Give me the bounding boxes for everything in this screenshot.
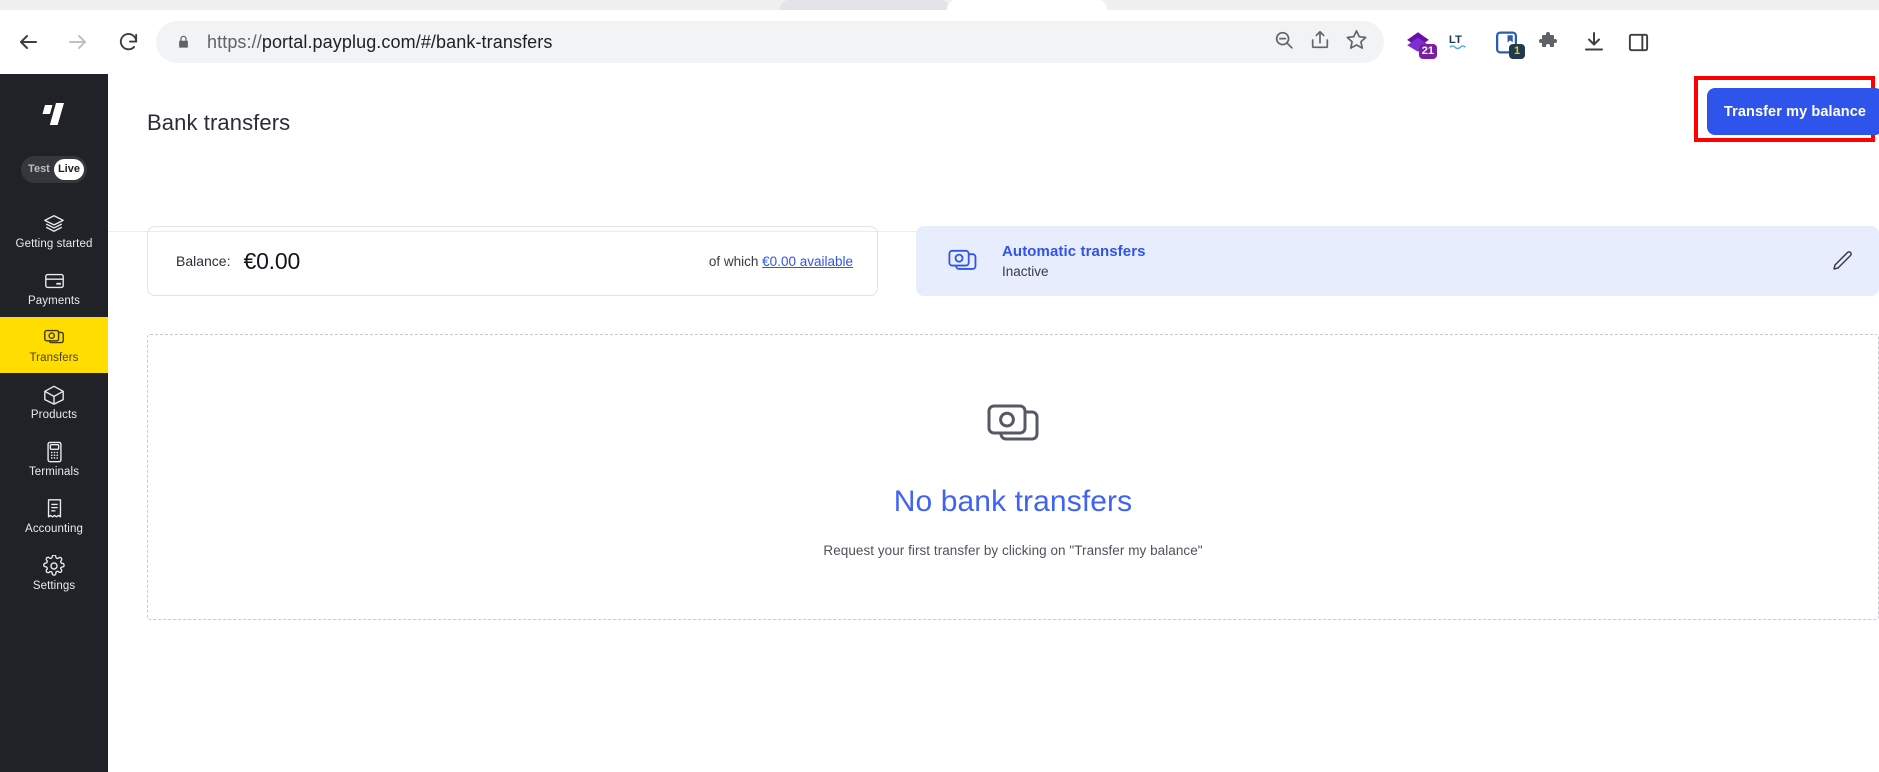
browser-chrome: https://portal.payplug.com/#/bank-transf… — [0, 0, 1879, 74]
browser-tabstrip — [0, 0, 1879, 10]
gear-icon — [43, 554, 65, 577]
arrow-left-icon — [16, 30, 40, 54]
banknotes-icon — [979, 396, 1047, 457]
sidebar: Test Live Getting started Payments Trans… — [0, 74, 108, 772]
automatic-transfers-title: Automatic transfers — [1002, 243, 1146, 260]
forward-button[interactable] — [60, 24, 96, 60]
arrow-right-icon — [66, 30, 90, 54]
box-icon — [43, 384, 65, 406]
grammar-badge-count: 21 — [1418, 44, 1437, 59]
sidebar-item-settings[interactable]: Settings — [0, 545, 108, 601]
zoom-out-icon[interactable] — [1273, 29, 1295, 56]
reader-extension-icon[interactable]: 1 — [1492, 28, 1525, 59]
side-panel-icon[interactable] — [1624, 28, 1652, 56]
bookmark-star-icon[interactable] — [1345, 28, 1368, 56]
address-bar[interactable]: https://portal.payplug.com/#/bank-transf… — [156, 21, 1384, 63]
grammar-extension-icon[interactable]: 21 — [1404, 28, 1437, 59]
banknotes-icon — [42, 327, 66, 349]
sidebar-nav-list: Getting started Payments Transfers Produ… — [0, 203, 108, 602]
pencil-edit-icon[interactable] — [1829, 248, 1855, 274]
payplug-logo[interactable] — [31, 94, 77, 134]
browser-toolbar: https://portal.payplug.com/#/bank-transf… — [0, 10, 1879, 74]
payment-terminal-icon — [45, 441, 64, 463]
environment-toggle[interactable]: Test Live — [21, 156, 87, 183]
page-title: Bank transfers — [147, 110, 291, 135]
sidebar-item-label: Transfers — [29, 351, 79, 364]
browser-tab-inactive[interactable] — [780, 0, 950, 10]
env-option-test[interactable]: Test — [24, 159, 54, 180]
balance-card: Balance: €0.00 of which €0.00 available — [147, 226, 878, 296]
layers-icon — [43, 213, 65, 235]
automatic-transfers-card[interactable]: Automatic transfers Inactive — [916, 226, 1879, 296]
url-scheme: https:// — [207, 31, 262, 52]
automatic-transfers-status: Inactive — [1002, 264, 1049, 279]
sidebar-item-payments[interactable]: Payments — [0, 260, 108, 316]
sidebar-item-label: Products — [30, 408, 78, 421]
env-option-live[interactable]: Live — [53, 159, 85, 180]
balance-amount: €0.00 — [243, 247, 301, 274]
banknotes-icon — [946, 244, 980, 278]
sidebar-item-label: Settings — [32, 579, 76, 592]
empty-state-subtitle: Request your first transfer by clicking … — [823, 543, 1203, 558]
sidebar-item-accounting[interactable]: Accounting — [0, 488, 108, 544]
browser-extensions: 21 LT 1 — [1404, 28, 1652, 59]
available-prefix: of which — [708, 253, 763, 269]
sidebar-item-getting-started[interactable]: Getting started — [0, 203, 108, 259]
url-host-path: portal.payplug.com/#/bank-transfers — [261, 31, 553, 52]
reload-button[interactable] — [110, 24, 146, 60]
reader-badge-count: 1 — [1509, 44, 1525, 59]
sidebar-item-label: Getting started — [15, 237, 93, 250]
omnibox-actions — [1273, 28, 1384, 56]
browser-tab-active[interactable] — [947, 0, 1107, 10]
summary-cards-row: Balance: €0.00 of which €0.00 available … — [108, 226, 1879, 318]
receipt-icon — [45, 498, 64, 520]
back-button[interactable] — [10, 24, 46, 60]
downloads-icon[interactable] — [1580, 28, 1608, 56]
transfer-my-balance-button[interactable]: Transfer my balance — [1707, 88, 1879, 135]
empty-state-title: No bank transfers — [893, 485, 1133, 518]
sidebar-item-terminals[interactable]: Terminals — [0, 431, 108, 487]
puzzle-extensions-icon[interactable] — [1536, 28, 1564, 56]
sidebar-item-label: Payments — [28, 294, 80, 307]
page-header: Bank transfers Transfer my balance — [108, 74, 1879, 232]
main-content: Bank transfers Transfer my balance Balan… — [108, 74, 1879, 772]
sidebar-item-products[interactable]: Products — [0, 374, 108, 430]
url-text: https://portal.payplug.com/#/bank-transf… — [207, 32, 552, 53]
sidebar-item-transfers[interactable]: Transfers — [0, 317, 108, 373]
lock-icon — [176, 34, 191, 50]
balance-label: Balance: — [176, 253, 231, 269]
app-page: Test Live Getting started Payments Trans… — [0, 74, 1879, 772]
sidebar-item-label: Accounting — [25, 522, 83, 535]
languagetool-extension-icon[interactable]: LT — [1448, 28, 1476, 56]
sidebar-item-label: Terminals — [28, 465, 80, 478]
available-balance-text: of which €0.00 available — [709, 254, 853, 269]
available-balance-link[interactable]: €0.00 available — [762, 254, 853, 269]
svg-text:LT: LT — [1449, 34, 1462, 46]
automatic-transfers-texts: Automatic transfers Inactive — [1002, 243, 1146, 279]
credit-card-icon — [43, 270, 66, 292]
share-icon[interactable] — [1309, 29, 1331, 56]
reload-icon — [117, 31, 140, 54]
empty-state-panel: No bank transfers Request your first tra… — [147, 334, 1879, 620]
